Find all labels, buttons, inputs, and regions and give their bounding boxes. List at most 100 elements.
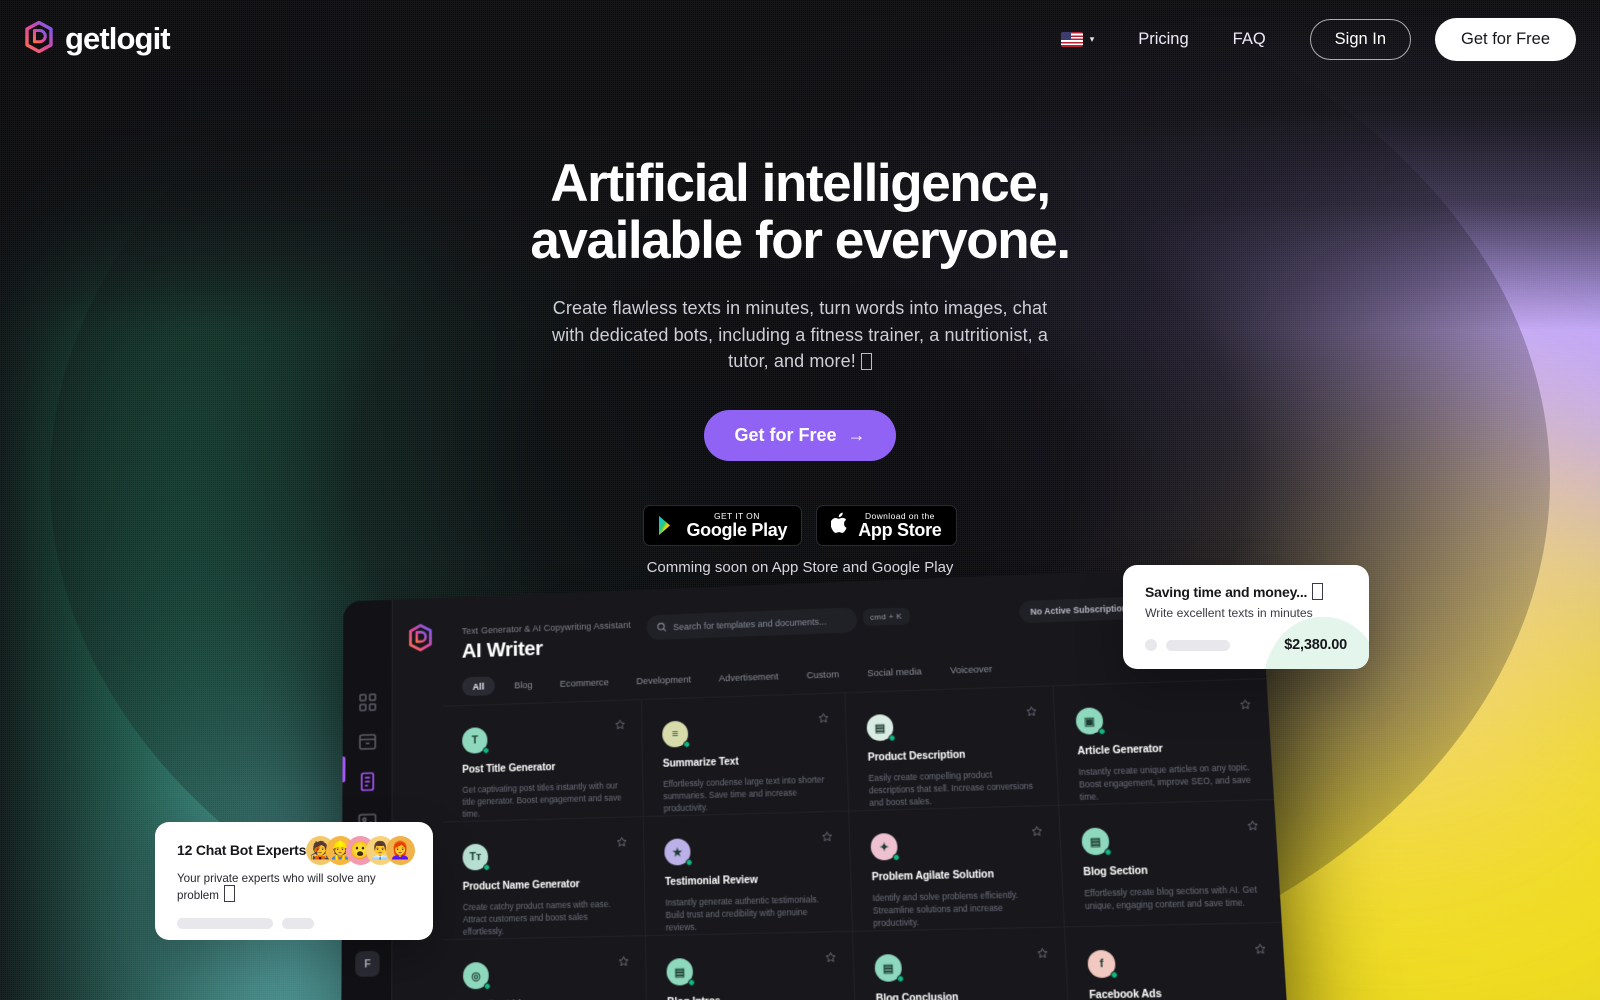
hero-section: Artificial intelligence, available for e… bbox=[0, 0, 1600, 576]
google-play-icon bbox=[658, 515, 677, 536]
template-title: Problem Agilate Solution bbox=[871, 869, 995, 884]
online-status-dot bbox=[687, 978, 696, 987]
app-tab-advertisement[interactable]: Advertisement bbox=[705, 670, 793, 684]
sign-in-button[interactable]: Sign In bbox=[1309, 18, 1412, 60]
site-header: getlogit ▾ Pricing FAQ Sign In Get for F… bbox=[0, 0, 1600, 78]
online-status-dot bbox=[685, 858, 693, 867]
saving-money-card-title: Saving time and money... bbox=[1145, 583, 1347, 600]
get-for-free-cta-button[interactable]: Get for Free → bbox=[704, 410, 896, 462]
template-description: Easily create compelling product descrip… bbox=[868, 769, 1034, 809]
chat-bot-subtitle-text: Your private experts who will solve any … bbox=[177, 872, 376, 902]
template-title: Summarize Text bbox=[662, 756, 739, 770]
app-tab-social-media[interactable]: Social media bbox=[853, 665, 936, 679]
template-description: Effortlessly create blog sections with A… bbox=[1084, 884, 1258, 912]
template-glyph: ▤ bbox=[874, 721, 886, 735]
app-store-text: Download on the App Store bbox=[858, 511, 942, 540]
template-description: Identify and solve problems efficiently.… bbox=[872, 889, 1019, 929]
star-icon[interactable] bbox=[614, 719, 626, 733]
missing-glyph-box-icon bbox=[1312, 583, 1324, 600]
online-status-dot bbox=[683, 740, 691, 749]
star-icon[interactable] bbox=[1036, 947, 1048, 962]
template-description: Instantly create unique articles on any … bbox=[1078, 761, 1252, 803]
skeleton-bar bbox=[177, 918, 273, 929]
google-play-text: GET IT ON Google Play bbox=[686, 511, 787, 540]
hero-title-line-1: Artificial intelligence, bbox=[550, 154, 1051, 213]
app-tab-blog[interactable]: Blog bbox=[501, 678, 547, 691]
template-card[interactable]: Tт Product Name Generator Create catchy pr… bbox=[442, 817, 646, 941]
star-icon[interactable] bbox=[1246, 819, 1259, 834]
template-card[interactable]: T Post Title Generator Get captivating pos… bbox=[442, 700, 644, 823]
star-icon[interactable] bbox=[818, 712, 830, 727]
star-icon[interactable] bbox=[825, 951, 837, 966]
template-card[interactable]: ▣ Article Generator Instantly create uniqu… bbox=[1053, 679, 1275, 806]
app-tab-custom[interactable]: Custom bbox=[792, 668, 853, 681]
chat-bot-experts-card: 🧑‍🎤 👷 😮 👨‍💼 👩‍🦰 12 Chat Bot Experts Your pri… bbox=[155, 822, 433, 940]
template-glyph: ▤ bbox=[882, 962, 894, 975]
star-icon[interactable] bbox=[618, 955, 629, 970]
star-icon[interactable] bbox=[1254, 943, 1267, 958]
price-value: $2,380.00 bbox=[1284, 637, 1347, 653]
archive-icon[interactable] bbox=[356, 730, 379, 755]
nav-link-pricing[interactable]: Pricing bbox=[1116, 30, 1210, 49]
brand-logo[interactable]: getlogit bbox=[24, 20, 171, 58]
grid-icon[interactable] bbox=[356, 690, 379, 714]
template-glyph: ★ bbox=[672, 846, 683, 859]
online-status-dot bbox=[483, 982, 491, 990]
saving-money-card-footer: $2,380.00 bbox=[1145, 637, 1347, 653]
star-icon[interactable] bbox=[1239, 698, 1251, 713]
online-status-dot bbox=[1098, 727, 1106, 736]
language-selector[interactable]: ▾ bbox=[1039, 31, 1117, 47]
template-icon: f bbox=[1087, 949, 1119, 979]
app-tab-all[interactable]: All bbox=[461, 676, 495, 697]
template-icon: ▤ bbox=[866, 714, 896, 742]
template-description: Get captivating post titles instantly wi… bbox=[462, 780, 622, 820]
online-status-dot bbox=[483, 863, 491, 872]
template-card[interactable]: ✦ Problem Agilate Solution Identify and so… bbox=[849, 805, 1065, 932]
online-status-dot bbox=[1110, 971, 1119, 979]
template-glyph: ◎ bbox=[471, 969, 481, 983]
document-icon[interactable] bbox=[356, 769, 379, 794]
app-tab-voiceover[interactable]: Voiceover bbox=[936, 662, 1007, 676]
template-glyph: ✦ bbox=[879, 840, 890, 854]
template-title: Testimonial Review bbox=[664, 874, 758, 889]
google-play-badge[interactable]: GET IT ON Google Play bbox=[643, 505, 803, 547]
template-card[interactable]: ★ Testimonial Review Instantly generate au… bbox=[643, 811, 854, 937]
template-card[interactable]: ◎Blog Post Ideas bbox=[443, 936, 648, 1000]
star-icon[interactable] bbox=[1026, 705, 1038, 720]
hero-subtitle-line-1: Create flawless texts in minutes, turn w… bbox=[552, 298, 1008, 319]
nav-link-faq[interactable]: FAQ bbox=[1211, 30, 1288, 49]
template-title: Product Description bbox=[867, 749, 966, 764]
main-navigation: ▾ Pricing FAQ Sign In Get for Free bbox=[1039, 17, 1576, 61]
star-icon[interactable] bbox=[616, 836, 627, 851]
user-avatar[interactable]: F bbox=[355, 950, 380, 977]
template-card[interactable]: ▤ Product Description Easily create compel… bbox=[845, 686, 1060, 812]
get-for-free-header-button[interactable]: Get for Free bbox=[1435, 17, 1576, 61]
online-status-dot bbox=[1104, 848, 1112, 856]
skeleton-bar bbox=[282, 918, 314, 929]
template-card[interactable]: ▤ Blog Section Effortlessly create blog se… bbox=[1059, 799, 1282, 928]
template-card[interactable]: f Facebook Ads bbox=[1064, 923, 1288, 1000]
online-status-dot bbox=[888, 734, 896, 742]
app-store-badge[interactable]: Download on the App Store bbox=[816, 505, 957, 547]
apple-icon bbox=[830, 512, 849, 539]
search-icon bbox=[656, 621, 667, 632]
template-icon: ★ bbox=[664, 838, 693, 867]
template-glyph: ▣ bbox=[1083, 715, 1096, 728]
template-description: Instantly generate authentic testimonial… bbox=[665, 893, 820, 934]
star-icon[interactable] bbox=[1031, 825, 1043, 840]
app-tab-development[interactable]: Development bbox=[623, 673, 705, 687]
skeleton-dot bbox=[1145, 639, 1157, 651]
template-card[interactable]: ▤ Blog Intros bbox=[645, 931, 857, 1000]
star-icon[interactable] bbox=[821, 831, 833, 846]
hero-title-line-2: available for everyone. bbox=[530, 211, 1071, 271]
hero-subtitle: Create flawless texts in minutes, turn w… bbox=[550, 295, 1050, 374]
template-card[interactable]: ≡ Summarize Text Effortlessly condense lar… bbox=[641, 693, 850, 818]
template-title: Blog Intros bbox=[667, 994, 834, 1000]
template-icon: ▤ bbox=[1081, 827, 1112, 856]
subscription-status-badge: No Active Subscription bbox=[1018, 596, 1140, 624]
template-card[interactable]: ▤ Blog Conclusion bbox=[853, 927, 1071, 1000]
template-glyph: ▤ bbox=[1089, 835, 1102, 849]
app-tab-ecommerce[interactable]: Ecommerce bbox=[546, 676, 623, 690]
template-title: Article Generator bbox=[1077, 743, 1163, 758]
template-title: Product Name Generator bbox=[462, 878, 580, 893]
